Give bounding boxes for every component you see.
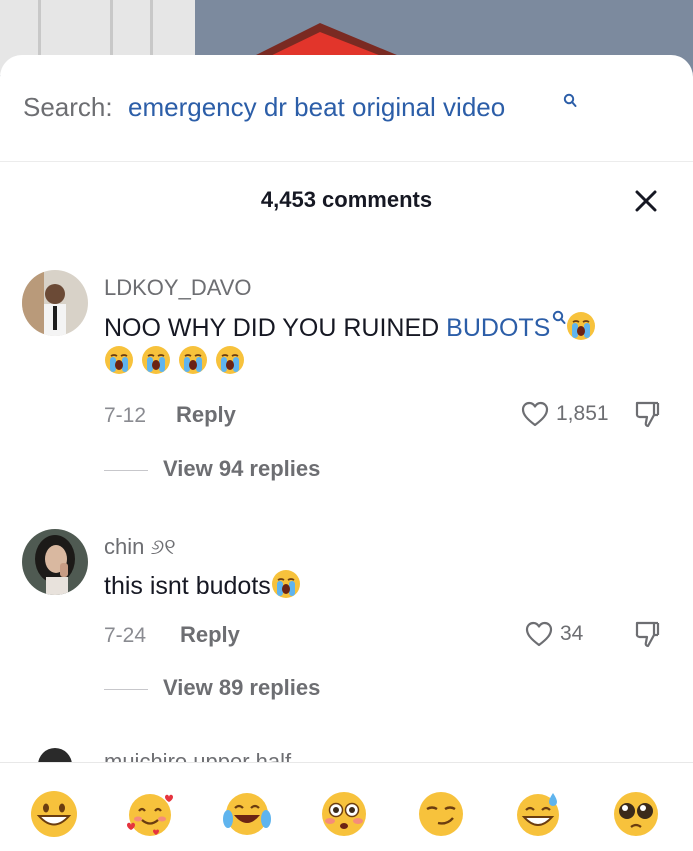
comment-search-link[interactable]: BUDOTS (446, 314, 550, 342)
like-button[interactable]: 1,851 (520, 399, 620, 429)
next-comment-peek: muichiro upper half (0, 743, 693, 763)
comment-username[interactable]: muichiro upper half (104, 749, 291, 763)
smirking-face-icon[interactable] (416, 789, 466, 839)
avatar[interactable] (22, 529, 88, 595)
pleading-face-icon[interactable] (611, 789, 661, 839)
view-replies-label: View 89 replies (163, 675, 321, 700)
grinning-face-with-sweat-icon[interactable] (513, 789, 563, 839)
comment-date: 7-12 (104, 404, 147, 427)
loudly-crying-face-icon (105, 346, 133, 374)
search-icon (553, 310, 566, 324)
like-count: 1,851 (556, 402, 609, 425)
view-replies-label: View 94 replies (163, 456, 321, 481)
view-replies-button[interactable]: View 89 replies (104, 675, 364, 705)
avatar[interactable] (22, 270, 88, 336)
avatar[interactable] (38, 748, 72, 763)
comment-date: 7-24 (104, 624, 147, 647)
search-prefix: Search: (23, 92, 113, 122)
replies-divider (104, 470, 148, 471)
dislike-icon[interactable] (632, 619, 662, 649)
comment-count: 4,453 comments (260, 187, 433, 212)
search-suggestion-bar[interactable]: Search: emergency dr beat original video (0, 55, 693, 162)
reply-button[interactable]: Reply (176, 402, 236, 428)
close-icon[interactable] (631, 186, 661, 216)
view-replies-button[interactable]: View 94 replies (104, 456, 364, 486)
reply-button[interactable]: Reply (180, 622, 240, 648)
smiling-face-with-hearts-icon[interactable] (125, 789, 175, 839)
loudly-crying-face-icon (567, 312, 596, 340)
comment-text: this isnt budots (104, 569, 301, 603)
like-button[interactable]: 34 (524, 619, 604, 649)
comments-sheet: Search: emergency dr beat original video… (0, 55, 693, 851)
replies-divider (104, 689, 148, 690)
heart-icon (525, 621, 553, 647)
comment-text: NOO WHY DID YOU RUINED BUDOTS (104, 310, 596, 379)
face-with-tears-of-joy-icon[interactable] (222, 789, 272, 839)
loudly-crying-face-icon (178, 346, 207, 374)
flushed-face-icon[interactable] (319, 789, 369, 839)
search-icon (563, 93, 577, 107)
comment-text-part: NOO WHY DID YOU RUINED (104, 314, 447, 342)
grinning-face-icon[interactable] (29, 789, 79, 839)
dislike-icon[interactable] (632, 399, 662, 429)
comment-text-part: this isnt budots (104, 572, 271, 600)
loudly-crying-face-icon (141, 346, 170, 374)
heart-icon (521, 401, 549, 427)
loudly-crying-face-icon (215, 346, 244, 374)
search-query-link[interactable]: emergency dr beat original video (128, 92, 505, 123)
loudly-crying-face-icon (271, 570, 300, 598)
comments-header: 4,453 comments (0, 175, 693, 225)
like-count: 34 (560, 622, 584, 645)
comment-username[interactable]: chin ୬୧ (104, 534, 176, 560)
comment-username[interactable]: LDKOY_DAVO (104, 275, 252, 301)
emoji-quick-bar (0, 762, 693, 851)
